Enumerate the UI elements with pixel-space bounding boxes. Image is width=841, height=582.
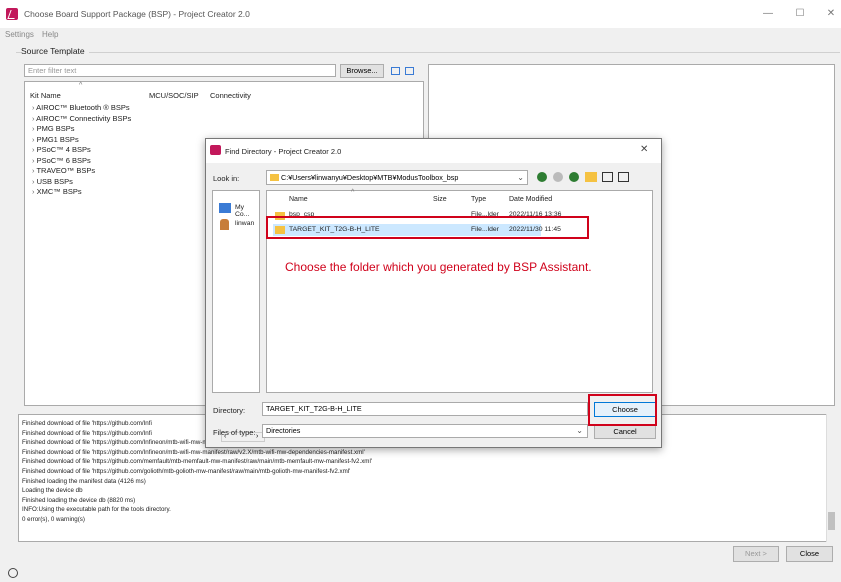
window-titlebar: Choose Board Support Package (BSP) - Pro… [0, 0, 841, 28]
look-in-label: Look in: [213, 174, 240, 183]
tree-item[interactable]: › PSoC™ 4 BSPs [32, 145, 91, 154]
directory-label: Directory: [213, 406, 246, 415]
tree-item[interactable]: › PSoC™ 6 BSPs [32, 156, 91, 165]
dialog-title: Find Directory - Project Creator 2.0 [225, 147, 342, 156]
look-in-select[interactable]: C:¥Users¥linwanyu¥Desktop¥MTB¥ModusToolb… [266, 170, 528, 185]
maximize-button[interactable]: ☐ [790, 6, 810, 22]
tree-item-label: USB BSPs [36, 176, 73, 186]
tree-item-label: PMG BSPs [36, 124, 75, 133]
globe-icon[interactable] [8, 568, 18, 578]
log-line: Finished download of file 'https://githu… [22, 429, 152, 437]
log-line: INFO:Using the executable path for the t… [22, 506, 171, 514]
computer-icon [219, 203, 231, 213]
highlight-folder-box [266, 216, 589, 239]
back-icon[interactable] [537, 172, 547, 182]
forward-icon[interactable] [553, 172, 563, 182]
tree-item[interactable]: › XMC™ BSPs [32, 187, 82, 196]
window-title: Choose Board Support Package (BSP) - Pro… [24, 9, 250, 19]
collapse-all-icon[interactable] [391, 67, 400, 75]
files-of-type-select[interactable]: Directories ⌄ [262, 424, 588, 438]
source-template-title: Source Template [21, 46, 89, 56]
log-line: Finished loading the device db (8820 ms) [22, 496, 136, 504]
col-date[interactable]: Date Modified [509, 196, 552, 203]
close-button[interactable]: Close [786, 546, 833, 562]
annotation-text: Choose the folder which you generated by… [285, 260, 592, 274]
tree-item[interactable]: › PMG1 BSPs [32, 135, 79, 144]
tree-item-label: AIROC™ Bluetooth ® BSPs [36, 103, 130, 112]
tree-item-label: PSoC™ 6 BSPs [36, 155, 91, 165]
highlight-choose-box [588, 394, 657, 426]
cancel-button[interactable]: Cancel [594, 424, 656, 439]
menu-settings[interactable]: Settings [5, 30, 34, 39]
detail-view-icon[interactable] [618, 172, 629, 182]
places-sidebar: My Co... linwan ‹ › [212, 190, 265, 442]
log-line: Finished download of file 'https://githu… [22, 458, 372, 466]
log-line: Finished download of file 'https://githu… [22, 420, 152, 427]
tree-item[interactable]: › TRAVEO™ BSPs [32, 166, 95, 175]
place-user[interactable]: linwan [235, 220, 254, 227]
col-name[interactable]: Name [289, 196, 308, 203]
log-line: Loading the device db [22, 487, 83, 495]
list-view-icon[interactable] [602, 172, 613, 182]
user-icon [220, 219, 229, 230]
directory-input[interactable]: TARGET_KIT_T2G-B-H_LITE [262, 402, 588, 416]
menu-bar: Settings Help [0, 28, 841, 42]
tree-item-label: AIROC™ Connectivity BSPs [36, 113, 132, 123]
minimize-button[interactable]: — [758, 6, 778, 22]
log-line: 0 error(s), 0 warning(s) [22, 516, 85, 523]
log-line: Finished download of file 'https://githu… [22, 468, 351, 475]
tree-item[interactable]: › AIROC™ Connectivity BSPs [32, 114, 131, 123]
chevron-down-icon: ⌄ [517, 173, 524, 182]
log-scrollbar[interactable] [826, 414, 836, 542]
col-size[interactable]: Size [433, 196, 447, 203]
app-logo-icon [6, 8, 18, 20]
col-kit-name[interactable]: Kit Name [30, 91, 61, 100]
tree-item[interactable]: › AIROC™ Bluetooth ® BSPs [32, 103, 130, 112]
log-line: Finished loading the manifest data (4126… [22, 477, 146, 485]
col-mcu[interactable]: MCU/SOC/SIP [149, 91, 199, 100]
log-line: Finished download of file 'https://githu… [22, 448, 365, 456]
scroll-thumb[interactable] [828, 512, 835, 530]
folder-icon [270, 174, 279, 181]
tree-item[interactable]: › PMG BSPs [32, 124, 75, 133]
tree-item-label: TRAVEO™ BSPs [36, 166, 96, 175]
col-connectivity[interactable]: Connectivity [210, 91, 251, 100]
close-window-button[interactable]: ✕ [821, 6, 841, 22]
dialog-close-icon[interactable]: ✕ [640, 144, 648, 155]
dialog-titlebar: Find Directory - Project Creator 2.0 ✕ [206, 139, 661, 163]
expand-all-icon[interactable] [405, 67, 414, 75]
dialog-app-icon [210, 145, 221, 155]
sort-caret-icon: ^ [79, 82, 83, 89]
tree-item-label: XMC™ BSPs [36, 187, 82, 196]
menu-help[interactable]: Help [42, 30, 58, 39]
scroll-right-icon[interactable]: › [256, 433, 258, 440]
place-my-computer[interactable]: My Co... [235, 204, 259, 218]
tree-item-label: PSoC™ 4 BSPs [36, 145, 91, 154]
col-type[interactable]: Type [471, 196, 486, 203]
sort-caret-icon: ^ [351, 189, 355, 196]
files-of-type-value: Directories [266, 426, 301, 435]
tree-item[interactable]: › USB BSPs [32, 177, 73, 186]
chevron-down-icon: ⌄ [576, 426, 583, 435]
browse-button[interactable]: Browse... [340, 64, 384, 78]
filter-input[interactable]: Enter filter text [24, 64, 336, 77]
look-in-value: C:¥Users¥linwanyu¥Desktop¥MTB¥ModusToolb… [281, 173, 459, 182]
tree-item-label: PMG1 BSPs [36, 134, 79, 144]
files-of-type-label: Files of type: [213, 428, 256, 437]
next-button[interactable]: Next > [733, 546, 779, 562]
group-divider [16, 52, 840, 53]
new-folder-icon[interactable] [585, 172, 597, 182]
up-folder-icon[interactable] [569, 172, 579, 182]
